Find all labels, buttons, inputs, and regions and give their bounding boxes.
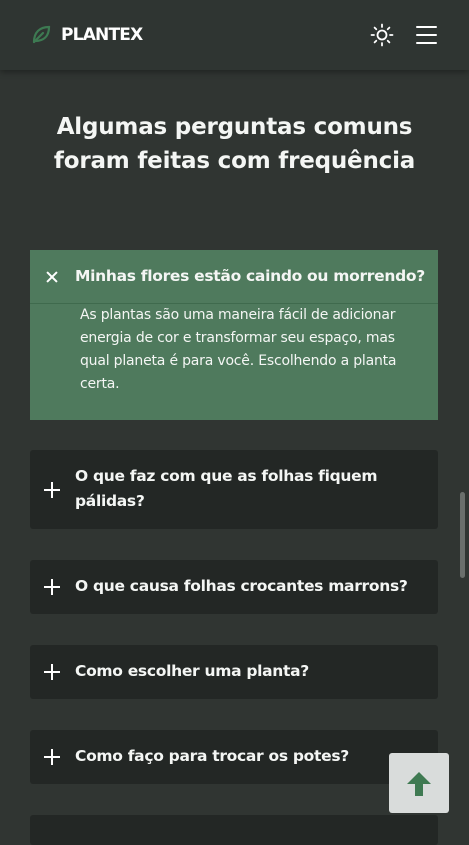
site-header: PLANTEX xyxy=(0,0,469,70)
plus-icon[interactable] xyxy=(42,480,62,500)
faq-header[interactable]: Como escolher uma planta? xyxy=(30,645,438,699)
faq-item[interactable]: Minhas flores estão caindo ou morrendo? … xyxy=(30,250,438,420)
hamburger-menu-icon xyxy=(416,26,437,28)
faq-question: Como faço para trocar os potes? xyxy=(75,747,349,765)
theme-toggle-button[interactable] xyxy=(369,22,395,48)
faq-header[interactable]: Como faço para trocar os potes? xyxy=(30,730,438,784)
scroll-to-top-button[interactable] xyxy=(389,753,449,813)
faq-item[interactable]: O que causa folhas crocantes marrons? xyxy=(30,560,438,614)
logo[interactable]: PLANTEX xyxy=(31,24,143,45)
leaf-icon xyxy=(31,24,52,45)
faq-item[interactable]: Como escolher uma planta? xyxy=(30,645,438,699)
faq-item[interactable] xyxy=(30,815,438,845)
faq-header[interactable]: O que faz com que as folhas fiquem pálid… xyxy=(30,450,438,529)
logo-text: PLANTEX xyxy=(61,24,143,45)
menu-button[interactable] xyxy=(416,25,437,45)
faq-question: O que faz com que as folhas fiquem pálid… xyxy=(75,467,378,510)
faq-header[interactable]: Minhas flores estão caindo ou morrendo? xyxy=(30,250,438,304)
close-icon[interactable] xyxy=(42,267,62,287)
sun-icon xyxy=(369,23,395,52)
scrollbar[interactable] xyxy=(460,492,465,578)
faq-question: O que causa folhas crocantes marrons? xyxy=(75,577,408,595)
faq-question: Minhas flores estão caindo ou morrendo? xyxy=(75,267,425,285)
plus-icon[interactable] xyxy=(42,747,62,767)
faq-header[interactable]: O que causa folhas crocantes marrons? xyxy=(30,560,438,614)
faq-item[interactable]: Como faço para trocar os potes? xyxy=(30,730,438,784)
faq-question: Como escolher uma planta? xyxy=(75,662,309,680)
plus-icon[interactable] xyxy=(42,662,62,682)
page-title: Algumas perguntas comuns foram feitas co… xyxy=(53,114,416,174)
faq-answer: As plantas são uma maneira fácil de adic… xyxy=(80,307,397,392)
faq-item[interactable]: O que faz com que as folhas fiquem pálid… xyxy=(30,450,438,529)
plus-icon[interactable] xyxy=(42,577,62,597)
